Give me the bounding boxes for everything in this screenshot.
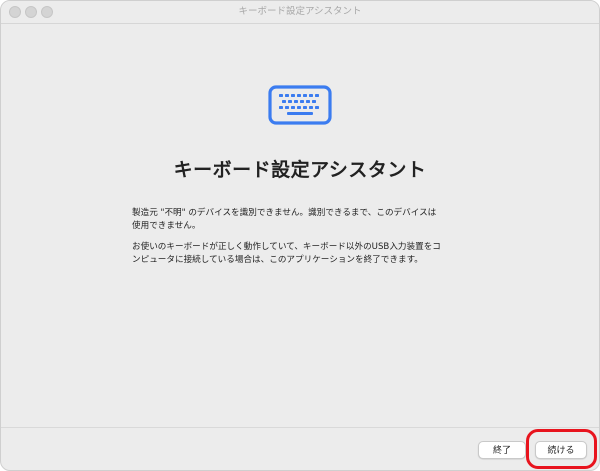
- quit-button[interactable]: 終了: [478, 441, 526, 459]
- app-window: キーボード設定アシスタント キーボード設定アシスタント 製造元 "不明" のデバ…: [0, 0, 600, 471]
- description-line: お使いのキーボードが正しく動作していて、キーボード以外のUSB入力装置をコ: [132, 242, 441, 252]
- keyboard-icon: [268, 85, 332, 125]
- main-content: キーボード設定アシスタント 製造元 "不明" のデバイスを識別できません。識別で…: [1, 24, 599, 424]
- footer-divider: [1, 427, 599, 428]
- description-line: 製造元 "不明" のデバイスを識別できません。識別できるまで、このデバイスは: [132, 208, 437, 218]
- title-bar[interactable]: キーボード設定アシスタント: [1, 1, 599, 24]
- description-unknown-device: 製造元 "不明" のデバイスを識別できません。識別できるまで、このデバイスは 使…: [132, 207, 472, 233]
- page-title: キーボード設定アシスタント: [173, 159, 427, 181]
- window-title: キーボード設定アシスタント: [238, 6, 362, 17]
- description-line: 使用できません。: [132, 221, 201, 231]
- description-line: ンピュータに接続している場合は、このアプリケーションを終了できます。: [132, 255, 423, 265]
- description-quit-info: お使いのキーボードが正しく動作していて、キーボード以外のUSB入力装置をコ ンピ…: [132, 241, 472, 267]
- highlight-annotation: [526, 429, 597, 469]
